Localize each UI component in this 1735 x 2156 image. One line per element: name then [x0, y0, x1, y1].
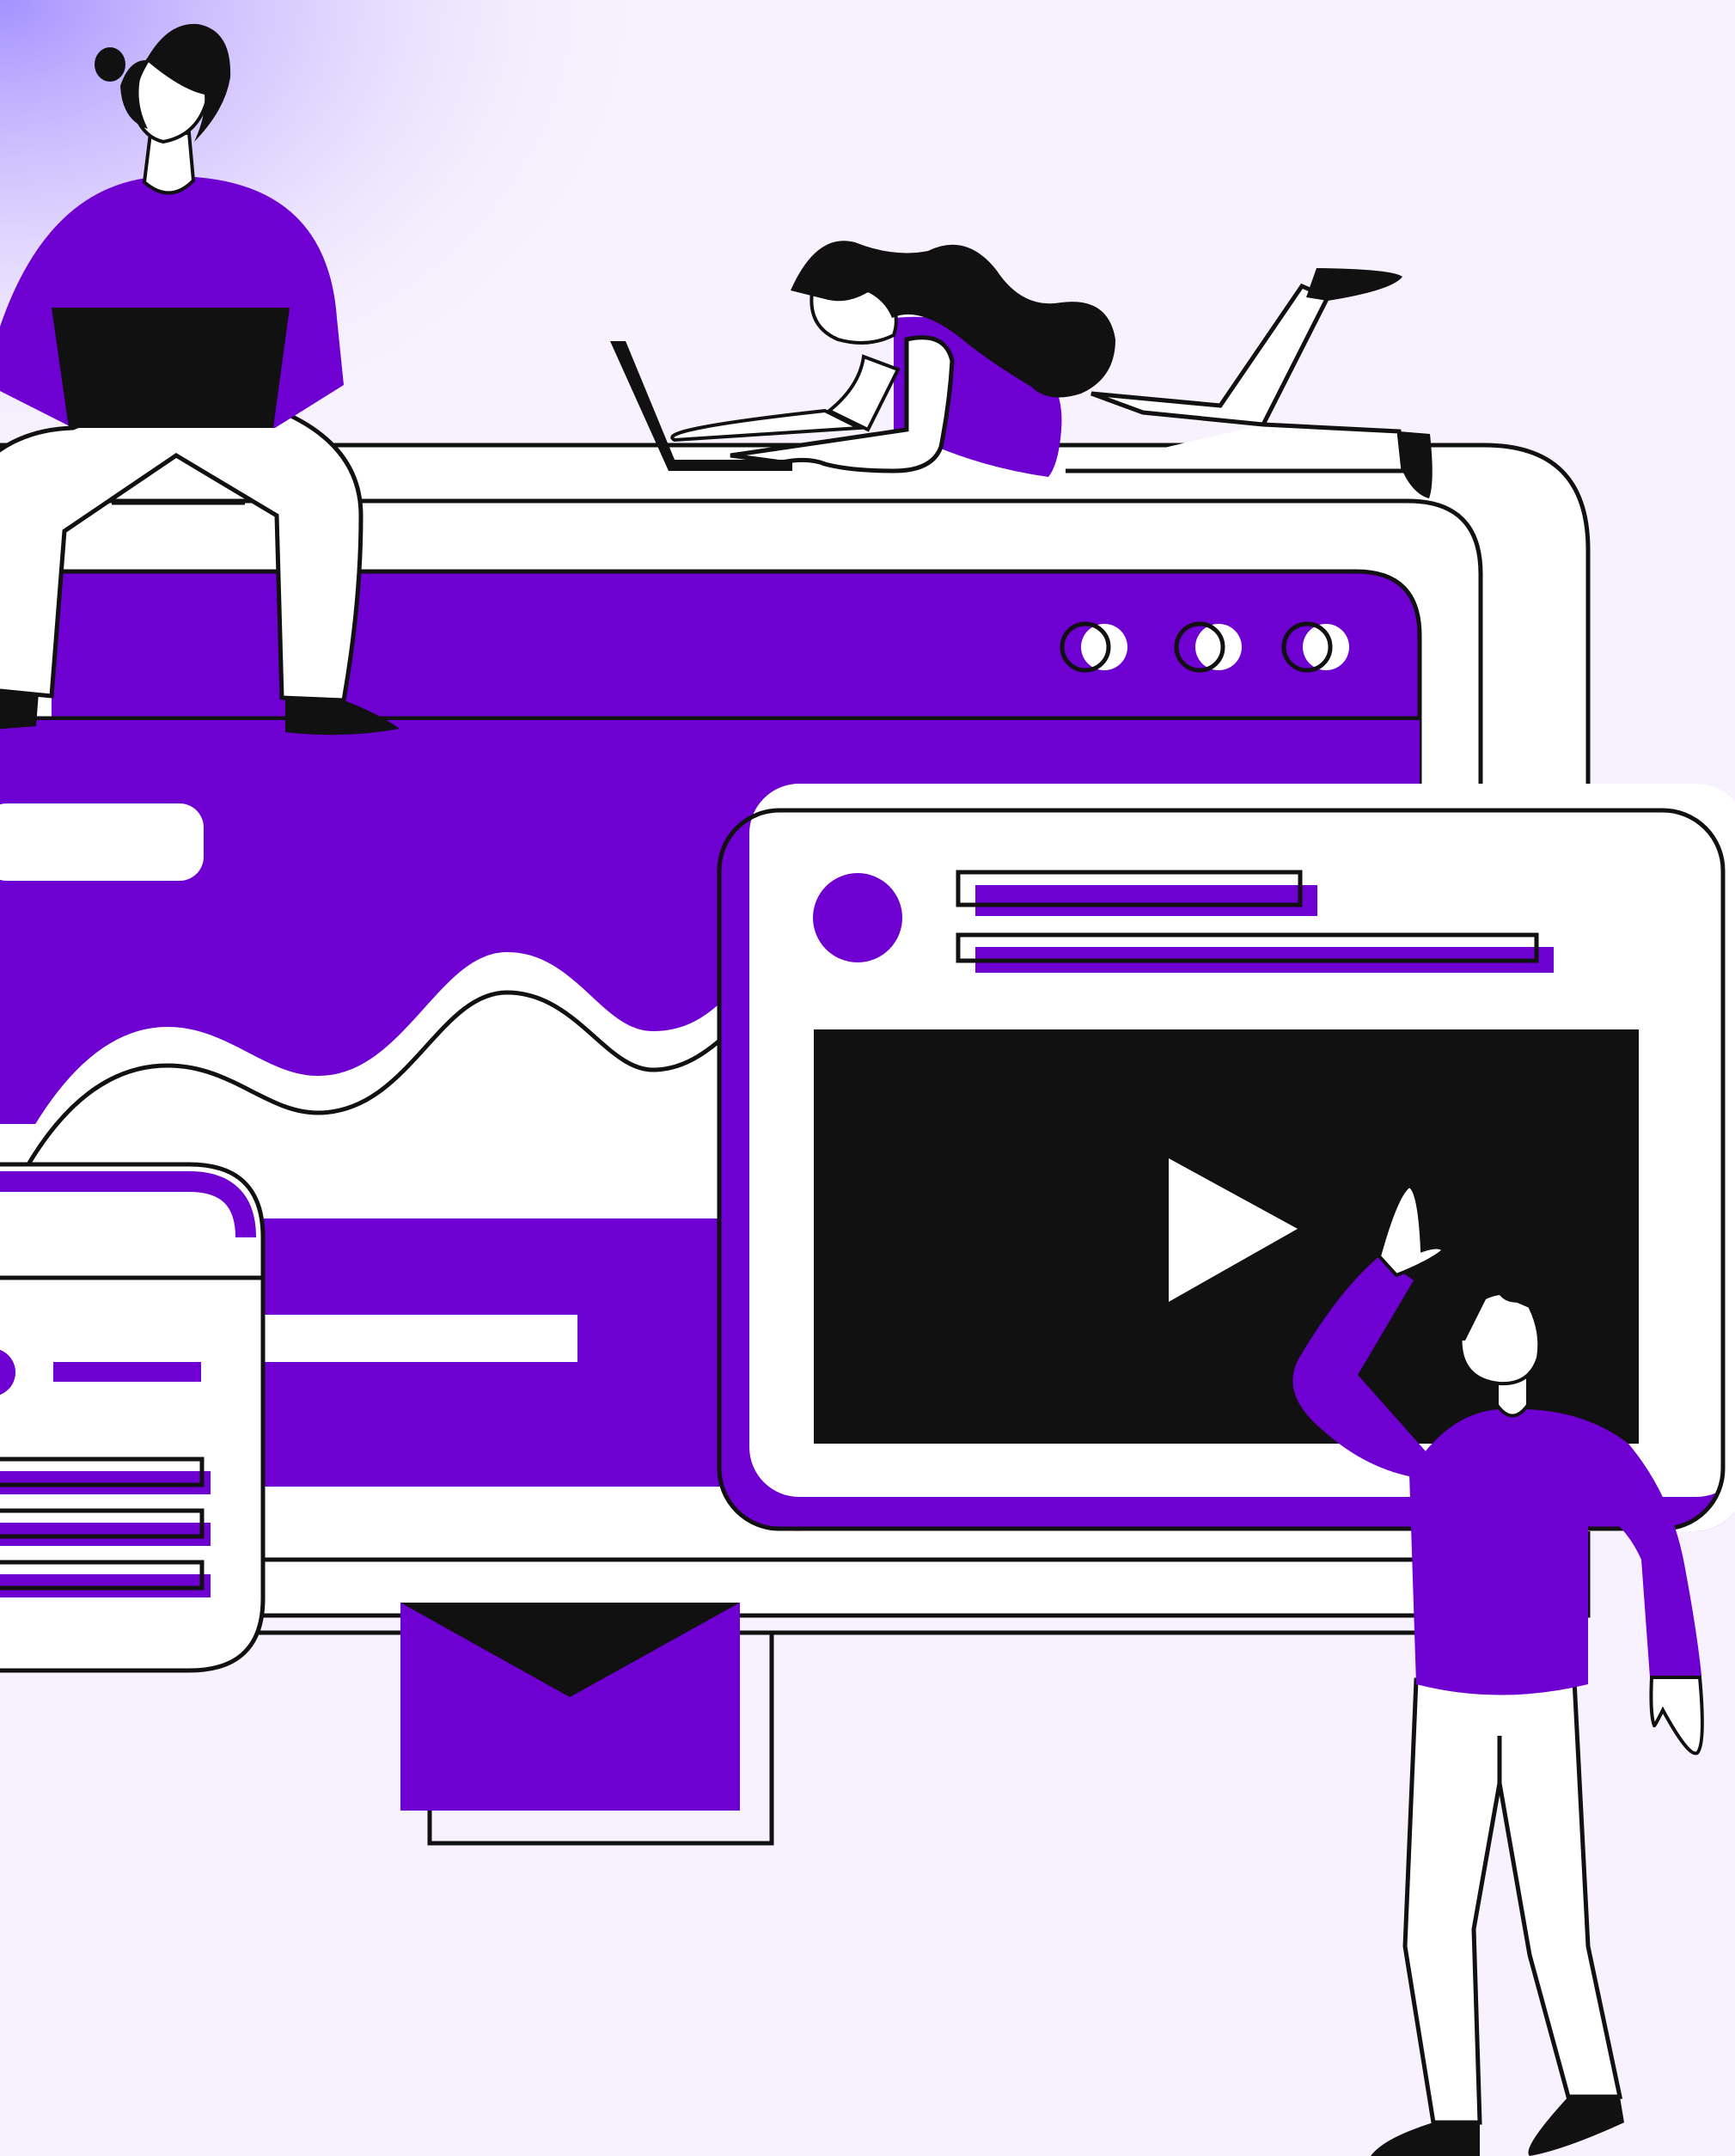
hero-pill	[0, 803, 204, 881]
illustration	[0, 0, 1735, 2156]
envelope-icon	[400, 1603, 774, 1846]
laptop	[52, 308, 290, 428]
video-author-avatar	[813, 873, 902, 962]
profile-card	[0, 1162, 266, 1673]
video-card	[717, 784, 1735, 1531]
illustration-canvas	[0, 0, 1735, 2156]
profile-name-bar	[53, 1362, 201, 1382]
profile-lines	[0, 1457, 211, 1597]
content-panel-bar	[262, 1315, 577, 1362]
